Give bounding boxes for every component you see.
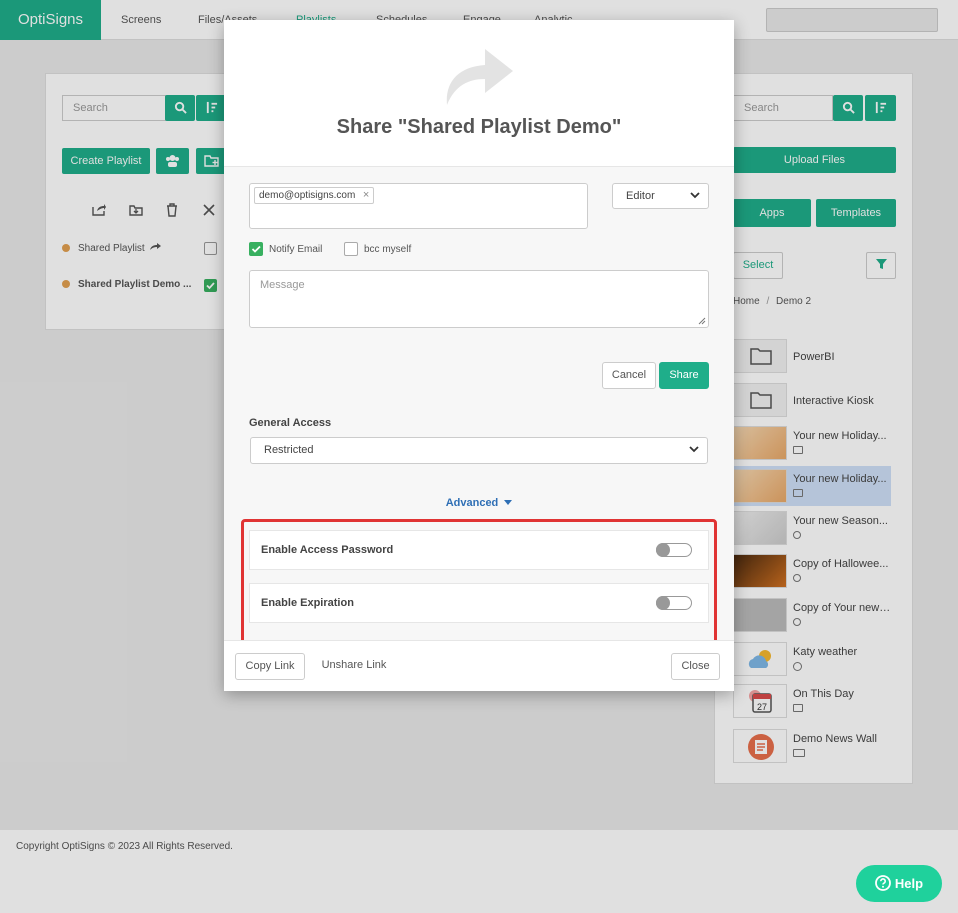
expiration-toggle[interactable] — [656, 596, 692, 610]
expiration-option: Enable Expiration — [249, 583, 709, 623]
notify-email-label: Notify Email — [269, 244, 323, 255]
caret-down-icon — [504, 500, 513, 505]
toggle-knob — [656, 543, 670, 557]
access-password-label: Enable Access Password — [261, 544, 394, 556]
share-button[interactable]: Share — [659, 362, 709, 389]
question-circle-icon — [875, 875, 891, 891]
access-password-option: Enable Access Password — [249, 530, 709, 570]
chevron-down-icon — [690, 192, 700, 199]
toggle-knob — [656, 596, 670, 610]
unshare-link-button[interactable]: Unshare Link — [314, 653, 394, 680]
share-dialog-header: Share "Shared Playlist Demo" — [224, 20, 734, 167]
message-textarea[interactable]: Message — [249, 270, 709, 328]
help-label: Help — [894, 876, 924, 891]
share-dialog-title: Share "Shared Playlist Demo" — [336, 116, 622, 138]
email-tag: demo@optisigns.com × — [254, 187, 375, 204]
cancel-button[interactable]: Cancel — [602, 362, 656, 389]
resize-handle-icon[interactable] — [698, 317, 706, 325]
expiration-label: Enable Expiration — [261, 597, 354, 609]
general-access-value: Restricted — [264, 444, 314, 456]
share-dialog-body: demo@optisigns.com × Editor Notify Email… — [224, 167, 734, 646]
access-password-toggle[interactable] — [656, 543, 692, 557]
message-placeholder: Message — [260, 279, 305, 291]
role-select-value: Editor — [626, 190, 655, 202]
chevron-down-icon — [689, 446, 699, 453]
help-button[interactable]: Help — [856, 865, 942, 902]
advanced-toggle[interactable]: Advanced — [224, 497, 734, 509]
share-dialog: Share "Shared Playlist Demo" demo@optisi… — [224, 20, 734, 691]
copy-link-button[interactable]: Copy Link — [235, 653, 305, 680]
share-arrow-icon — [446, 49, 513, 105]
email-recipients-input[interactable]: demo@optisigns.com × — [249, 183, 588, 229]
advanced-label: Advanced — [445, 497, 499, 509]
role-select[interactable]: Editor — [612, 183, 709, 209]
bcc-myself-label: bcc myself — [364, 244, 412, 255]
email-tag-text: demo@optisigns.com — [259, 190, 356, 201]
notify-email-checkbox[interactable] — [249, 242, 263, 256]
general-access-label: General Access — [249, 417, 332, 429]
remove-email-icon[interactable]: × — [363, 188, 369, 203]
general-access-select[interactable]: Restricted — [250, 437, 708, 464]
check-icon — [251, 245, 261, 253]
bcc-myself-checkbox[interactable] — [344, 242, 358, 256]
share-dialog-footer: Copy Link Unshare Link Close — [224, 640, 734, 691]
close-button[interactable]: Close — [671, 653, 720, 680]
